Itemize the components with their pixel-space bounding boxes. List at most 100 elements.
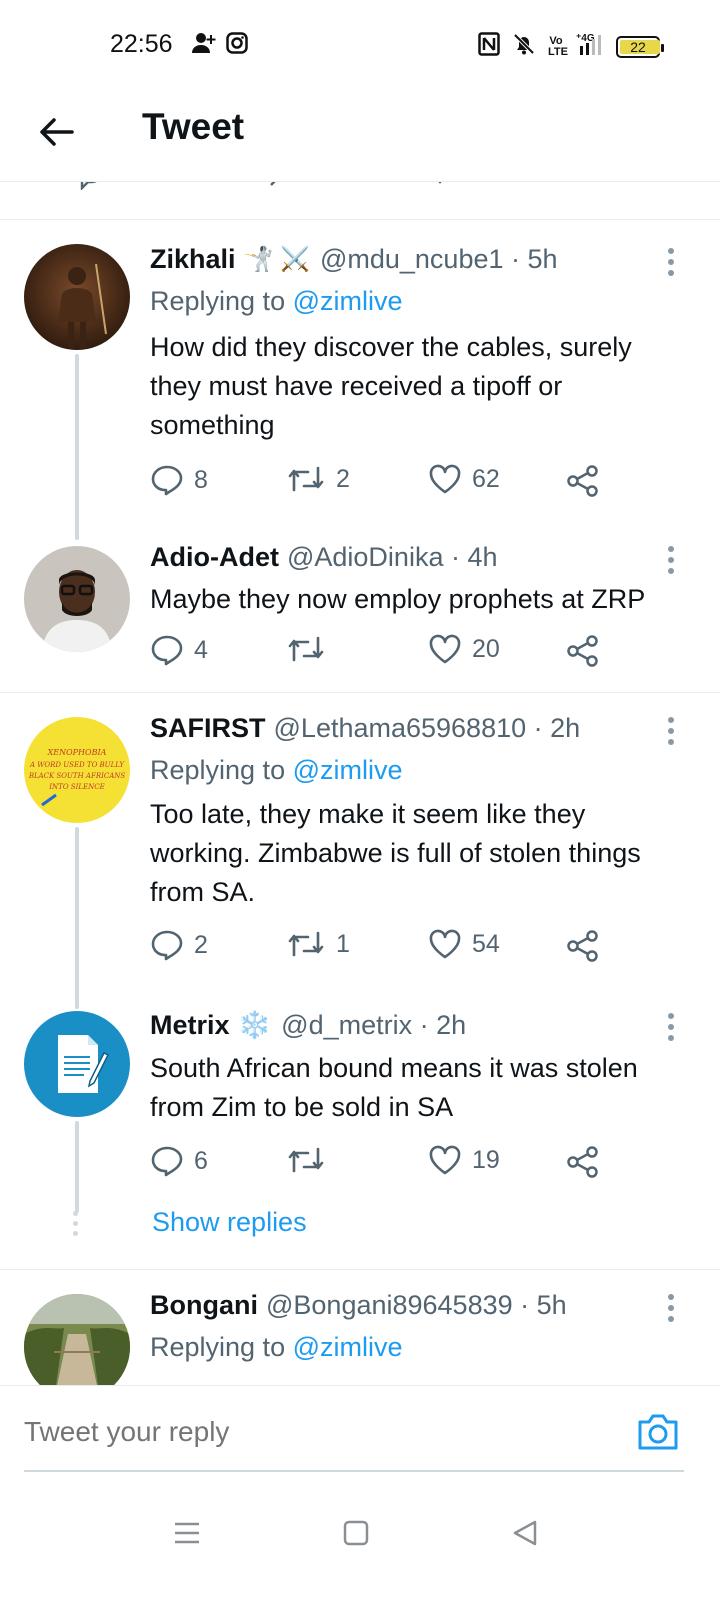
- more-options-icon[interactable]: [666, 546, 676, 574]
- tweet-bongani[interactable]: Bongani @Bongani89645839 · 5h Replying t…: [0, 1270, 720, 1385]
- reply-count: 4: [194, 635, 208, 664]
- author-handle[interactable]: @mdu_ncube1 · 5h: [320, 244, 558, 275]
- retweet-icon: [288, 931, 324, 957]
- heart-icon: [429, 929, 461, 959]
- reply-input[interactable]: [24, 1416, 604, 1448]
- author-handle[interactable]: @Lethama65968810 · 2h: [274, 713, 581, 744]
- home-button[interactable]: [336, 1513, 376, 1553]
- like-count: 54: [472, 929, 500, 958]
- author-name[interactable]: Metrix: [150, 1010, 230, 1041]
- tweet-safirst[interactable]: XENOPHOBIA A WORD USED TO BULLY BLACK SO…: [0, 693, 720, 1009]
- reply-icon: [151, 1146, 183, 1177]
- avatar[interactable]: [24, 1294, 130, 1385]
- tweet-metrix[interactable]: Metrix ❄️ @d_metrix · 2h South African b…: [0, 993, 720, 1263]
- share-button[interactable]: [566, 464, 600, 498]
- avatar-text-line: BLACK SOUTH AFRICANS: [28, 772, 126, 780]
- tweet-actions: 6 19: [150, 1145, 610, 1185]
- tweet-actions: 2 1 54: [150, 929, 610, 969]
- nfc-icon: [478, 32, 500, 61]
- avatar-text-line: A WORD USED TO BULLY: [29, 761, 125, 769]
- thread-dots: [73, 1211, 78, 1236]
- square-icon: [343, 1520, 369, 1546]
- retweet-button[interactable]: [286, 634, 336, 664]
- triangle-back-icon: [513, 1520, 537, 1546]
- previous-tweet-actions: [0, 182, 720, 190]
- system-back-button[interactable]: [505, 1513, 545, 1553]
- avatar[interactable]: XENOPHOBIA A WORD USED TO BULLY BLACK SO…: [24, 717, 130, 823]
- retweet-count: 1: [336, 929, 350, 958]
- mention-link[interactable]: @zimlive: [293, 755, 403, 785]
- reply-count: 2: [194, 930, 208, 959]
- tweet-text: Maybe they now employ prophets at ZRP: [150, 584, 646, 614]
- mention-link[interactable]: @zimlive: [293, 1332, 403, 1362]
- author-handle[interactable]: @Bongani89645839 · 5h: [266, 1290, 567, 1321]
- like-count: 19: [472, 1145, 500, 1174]
- author-name[interactable]: Zikhali: [150, 244, 236, 275]
- like-button[interactable]: 20: [428, 634, 500, 664]
- share-icon: [567, 635, 598, 667]
- reply-count: 6: [194, 1146, 208, 1175]
- heart-icon: [429, 464, 461, 494]
- tweet-feed[interactable]: Zikhali 🤺 ⚔️ @mdu_ncube1 · 5h Replying t…: [0, 182, 720, 1385]
- like-button[interactable]: 19: [428, 1145, 500, 1175]
- avatar-text-line: INTO SILENCE: [48, 783, 104, 791]
- like-count: 20: [472, 634, 500, 663]
- avatar-text-line: XENOPHOBIA: [47, 748, 107, 757]
- author-emoji: 🤺 ⚔️: [243, 246, 310, 273]
- retweet-button[interactable]: 2: [286, 464, 350, 494]
- replying-to: Replying to @zimlive: [150, 755, 403, 785]
- menu-button[interactable]: [167, 1513, 207, 1553]
- like-button[interactable]: 62: [428, 464, 500, 494]
- signal-icon: ⁺4G: [576, 32, 604, 61]
- retweet-icon: [288, 636, 324, 662]
- author-handle[interactable]: @d_metrix · 2h: [281, 1010, 466, 1041]
- more-options-icon[interactable]: [666, 1013, 676, 1041]
- author-handle[interactable]: @AdioDinika · 4h: [287, 542, 498, 573]
- retweet-button[interactable]: 1: [286, 929, 350, 959]
- retweet-count: 2: [336, 464, 350, 493]
- retweet-button[interactable]: [286, 1145, 336, 1175]
- avatar[interactable]: [24, 244, 130, 350]
- avatar[interactable]: [24, 546, 130, 652]
- mention-link[interactable]: @zimlive: [293, 286, 403, 316]
- volte-icon: Vo LTE: [548, 34, 568, 58]
- share-icon: [567, 465, 598, 497]
- reply-button[interactable]: 4: [150, 634, 208, 666]
- reply-button[interactable]: 2: [150, 929, 208, 961]
- tweet-adio-adet[interactable]: Adio-Adet @AdioDinika · 4h Maybe they no…: [0, 522, 720, 692]
- author-name[interactable]: SAFIRST: [150, 713, 266, 744]
- author-name[interactable]: Bongani: [150, 1290, 258, 1321]
- reply-icon: [151, 635, 183, 666]
- share-button[interactable]: [566, 634, 600, 668]
- reply-button[interactable]: 6: [150, 1145, 208, 1177]
- retweet-icon: [288, 466, 324, 492]
- heart-icon: [429, 634, 461, 664]
- like-button[interactable]: 54: [428, 929, 500, 959]
- instagram-icon: [226, 32, 248, 59]
- system-nav-bar: [0, 1485, 720, 1600]
- show-replies-link[interactable]: Show replies: [152, 1207, 307, 1238]
- more-options-icon[interactable]: [666, 1294, 676, 1322]
- author-name[interactable]: Adio-Adet: [150, 542, 279, 573]
- reply-composer: [0, 1385, 720, 1485]
- reply-button[interactable]: 8: [150, 464, 208, 496]
- avatar[interactable]: [24, 1011, 130, 1117]
- camera-button[interactable]: [636, 1412, 680, 1452]
- replying-to: Replying to @zimlive: [150, 1332, 403, 1362]
- back-button[interactable]: [34, 110, 78, 154]
- like-count: 62: [472, 464, 500, 493]
- tweet-text: How did they discover the cables, surely…: [150, 332, 632, 440]
- status-bar: 22:56 Vo LTE ⁺4G 22: [0, 0, 720, 92]
- more-options-icon[interactable]: [666, 248, 676, 276]
- tweet-zikhali[interactable]: Zikhali 🤺 ⚔️ @mdu_ncube1 · 5h Replying t…: [0, 220, 720, 540]
- share-icon: [567, 1146, 598, 1178]
- app-header: Tweet: [0, 92, 720, 182]
- page-title: Tweet: [142, 106, 245, 147]
- menu-icon: [175, 1522, 199, 1544]
- more-options-icon[interactable]: [666, 717, 676, 745]
- share-button[interactable]: [566, 1145, 600, 1179]
- arrow-left-icon: [40, 118, 74, 146]
- battery-level: 22: [630, 38, 646, 55]
- share-button[interactable]: [566, 929, 600, 963]
- tweet-actions: 4 20: [150, 634, 610, 674]
